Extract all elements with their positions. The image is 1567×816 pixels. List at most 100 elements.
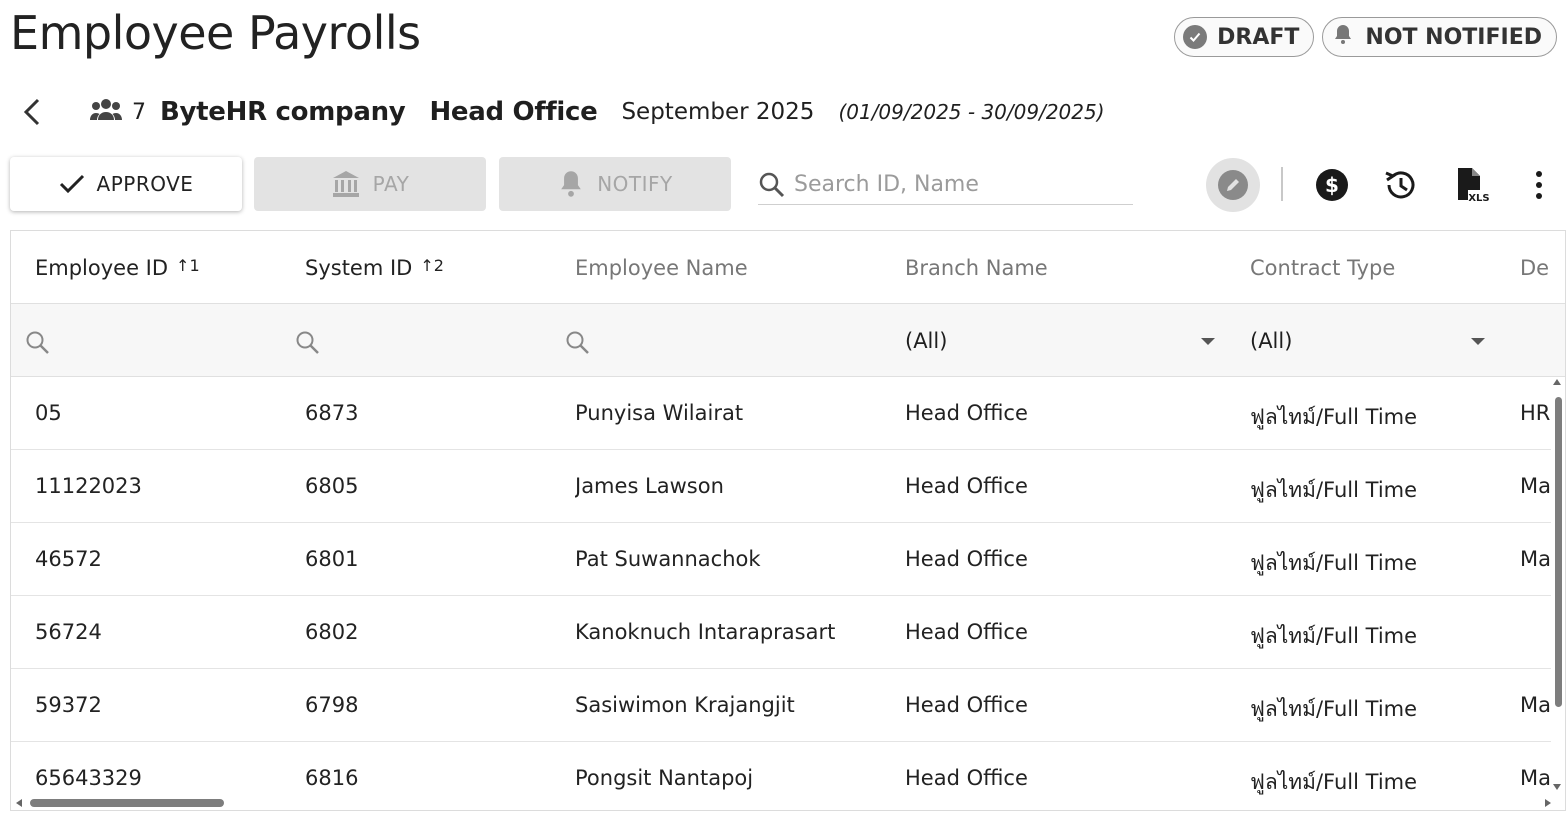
cell-contract: ฟูลไทม์/Full Time — [1250, 405, 1418, 429]
cell-system-id: 6805 — [305, 474, 359, 498]
cell-employee-id: 46572 — [35, 547, 102, 571]
cell-contract: ฟูลไทม์/Full Time — [1250, 478, 1418, 502]
toolbar-divider — [1281, 167, 1283, 201]
scroll-up-icon[interactable] — [1553, 379, 1561, 385]
cell-contract: ฟูลไทม์/Full Time — [1250, 697, 1418, 721]
cell-department: HR — [1520, 401, 1550, 425]
salary-button[interactable]: $ — [1312, 165, 1352, 205]
employee-count: 7 — [132, 99, 146, 125]
table-row[interactable]: 56724 6802 Kanoknuch Intaraprasart Head … — [11, 596, 1551, 669]
contract-filter-select[interactable]: (All) — [1250, 329, 1292, 353]
cell-department: Ma — [1520, 766, 1550, 790]
cell-employee-id: 59372 — [35, 693, 102, 717]
cell-employee-name: Punyisa Wilairat — [575, 401, 744, 425]
export-xls-button[interactable]: XLS — [1452, 165, 1492, 205]
history-icon — [1385, 171, 1415, 199]
draft-status-badge: DRAFT — [1174, 17, 1315, 57]
horizontal-scrollbar[interactable] — [30, 799, 224, 807]
header-employee-name[interactable]: Employee Name — [575, 256, 748, 280]
table-header: Employee ID ↑1 System ID ↑2 Employee Name … — [11, 231, 1565, 304]
cell-employee-id: 65643329 — [35, 766, 142, 790]
payroll-context-bar: 7 ByteHR company Head Office September 2… — [20, 92, 1105, 132]
chevron-down-icon[interactable] — [1471, 338, 1485, 345]
cell-department: Ma — [1520, 693, 1550, 717]
notify-label: NOTIFY — [597, 172, 673, 196]
search-icon — [759, 172, 785, 197]
search-icon[interactable] — [295, 330, 321, 356]
cell-employee-id: 05 — [35, 401, 62, 425]
cell-contract: ฟูลไทม์/Full Time — [1250, 624, 1418, 648]
xls-file-icon: XLS — [1458, 168, 1490, 204]
header-employee-id[interactable]: Employee ID ↑1 — [35, 256, 200, 280]
payroll-period: September 2025 — [621, 99, 815, 125]
back-button[interactable] — [20, 92, 60, 132]
table-row[interactable]: 46572 6801 Pat Suwannachok Head Office ฟ… — [11, 523, 1551, 596]
cell-branch: Head Office — [905, 620, 1028, 644]
scroll-right-icon[interactable] — [1545, 799, 1551, 807]
cell-employee-name: Kanoknuch Intaraprasart — [575, 620, 836, 644]
sort-asc-icon: ↑1 — [176, 256, 200, 275]
header-department[interactable]: Dep — [1520, 256, 1550, 280]
people-icon — [90, 98, 122, 126]
more-options-button[interactable] — [1519, 165, 1559, 205]
cell-contract: ฟูลไทม์/Full Time — [1250, 770, 1418, 794]
cell-employee-name: Sasiwimon Krajangjit — [575, 693, 795, 717]
toolbar: APPROVE PAY NOTIFY $ XLS — [10, 157, 1557, 212]
header-contract-type[interactable]: Contract Type — [1250, 256, 1395, 280]
pay-label: PAY — [372, 172, 410, 196]
cell-system-id: 6802 — [305, 620, 359, 644]
pay-button[interactable]: PAY — [254, 157, 486, 211]
bell-icon — [1331, 22, 1355, 52]
cell-system-id: 6873 — [305, 401, 359, 425]
scroll-down-icon[interactable] — [1553, 784, 1561, 790]
header-branch-name[interactable]: Branch Name — [905, 256, 1048, 280]
cell-employee-name: James Lawson — [575, 474, 724, 498]
cell-employee-name: Pongsit Nantapoj — [575, 766, 754, 790]
branch-filter-select[interactable]: (All) — [905, 329, 947, 353]
cell-employee-name: Pat Suwannachok — [575, 547, 761, 571]
search-field — [758, 165, 1133, 205]
cell-contract: ฟูลไทม์/Full Time — [1250, 551, 1418, 575]
notification-status-label: NOT NOTIFIED — [1365, 24, 1542, 50]
cell-system-id: 6801 — [305, 547, 359, 571]
edit-button[interactable] — [1206, 158, 1260, 212]
filter-row: (All) (All) — [11, 304, 1565, 377]
bank-icon — [332, 171, 359, 197]
cell-employee-id: 56724 — [35, 620, 102, 644]
cell-system-id: 6816 — [305, 766, 359, 790]
scroll-left-icon[interactable] — [16, 799, 22, 807]
header-system-id[interactable]: System ID ↑2 — [305, 256, 444, 280]
branch-name: Head Office — [429, 97, 598, 127]
notify-button[interactable]: NOTIFY — [499, 157, 731, 211]
cell-department: Ma — [1520, 474, 1550, 498]
sort-asc-icon: ↑2 — [420, 256, 444, 275]
history-button[interactable] — [1381, 165, 1421, 205]
cell-branch: Head Office — [905, 474, 1028, 498]
table-row[interactable]: 65643329 6816 Pongsit Nantapoj Head Offi… — [11, 742, 1551, 810]
cell-branch: Head Office — [905, 401, 1028, 425]
table-row[interactable]: 59372 6798 Sasiwimon Krajangjit Head Off… — [11, 669, 1551, 742]
svg-text:$: $ — [1325, 173, 1339, 197]
search-icon[interactable] — [565, 330, 591, 356]
cell-branch: Head Office — [905, 547, 1028, 571]
vertical-scrollbar[interactable] — [1555, 397, 1562, 707]
pencil-circle-icon — [1218, 170, 1248, 200]
cell-system-id: 6798 — [305, 693, 359, 717]
cell-employee-id: 11122023 — [35, 474, 142, 498]
approve-button[interactable]: APPROVE — [10, 157, 242, 211]
xls-label: XLS — [1468, 193, 1489, 204]
more-vertical-icon — [1536, 171, 1542, 199]
payroll-table: Employee ID ↑1 System ID ↑2 Employee Name … — [10, 230, 1566, 811]
status-chips: DRAFT NOT NOTIFIED — [1174, 17, 1557, 57]
draft-status-label: DRAFT — [1217, 24, 1300, 50]
table-row[interactable]: 05 6873 Punyisa Wilairat Head Office ฟูล… — [11, 377, 1551, 450]
chevron-left-icon — [23, 98, 40, 126]
chevron-down-icon[interactable] — [1201, 338, 1215, 345]
cell-branch: Head Office — [905, 693, 1028, 717]
search-input[interactable] — [794, 172, 1114, 197]
search-icon[interactable] — [25, 330, 51, 356]
cell-branch: Head Office — [905, 766, 1028, 790]
table-row[interactable]: 11122023 6805 James Lawson Head Office ฟ… — [11, 450, 1551, 523]
table-body: 05 6873 Punyisa Wilairat Head Office ฟูล… — [11, 377, 1551, 810]
dollar-circle-icon: $ — [1316, 169, 1348, 201]
